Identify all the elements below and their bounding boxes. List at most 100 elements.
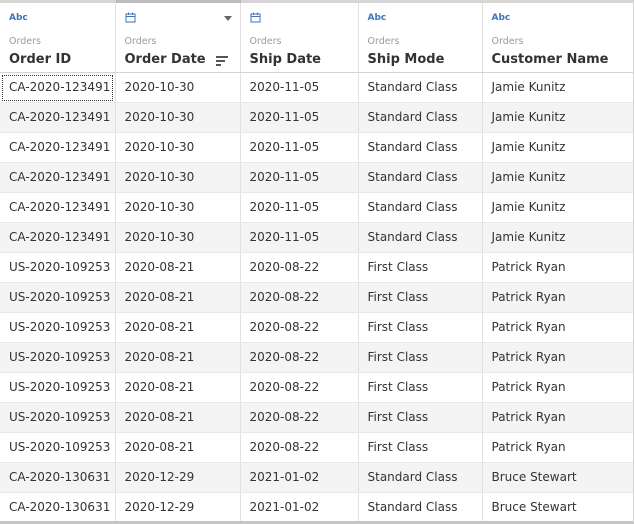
table-cell[interactable]: Standard Class — [358, 132, 483, 163]
table-cell[interactable]: First Class — [358, 282, 483, 313]
table-cell[interactable]: 2020-10-30 — [115, 162, 241, 193]
table-cell[interactable]: Jamie Kunitz — [482, 222, 633, 253]
table-cell[interactable]: Patrick Ryan — [482, 312, 633, 343]
table-cell[interactable]: Patrick Ryan — [482, 372, 633, 403]
table-row[interactable]: CA-2020-123491 2020-10-30 2020-11-05 Standa… — [0, 132, 633, 163]
string-type-icon[interactable]: Abc — [492, 12, 511, 24]
table-cell[interactable]: 2021-01-02 — [240, 492, 359, 521]
table-cell[interactable]: US-2020-109253 — [0, 252, 116, 283]
table-cell[interactable]: 2020-08-21 — [115, 432, 241, 463]
table-row[interactable]: CA-2020-123491 2020-10-30 2020-11-05 Standa… — [0, 222, 633, 253]
table-row[interactable]: CA-2020-123491 2020-10-30 2020-11-05 Standa… — [0, 192, 633, 223]
table-cell[interactable]: Standard Class — [358, 162, 483, 193]
table-cell[interactable]: 2020-08-21 — [115, 372, 241, 403]
table-cell[interactable]: 2020-08-22 — [240, 402, 359, 433]
table-row[interactable]: CA-2020-130631 2020-12-29 2021-01-02 Standa… — [0, 492, 633, 521]
table-cell[interactable]: CA-2020-123491 — [0, 102, 116, 133]
table-row[interactable]: US-2020-109253 2020-08-21 2020-08-22 First … — [0, 432, 633, 463]
table-row[interactable]: US-2020-109253 2020-08-21 2020-08-22 First … — [0, 372, 633, 403]
table-cell[interactable]: CA-2020-123491 — [0, 162, 116, 193]
table-cell[interactable]: First Class — [358, 372, 483, 403]
table-row[interactable]: US-2020-109253 2020-08-21 2020-08-22 First … — [0, 402, 633, 433]
table-cell[interactable]: First Class — [358, 402, 483, 433]
table-cell[interactable]: Bruce Stewart — [482, 492, 633, 521]
table-row[interactable]: CA-2020-130631 2020-12-29 2021-01-02 Standa… — [0, 462, 633, 493]
table-cell[interactable]: CA-2020-123491 — [0, 72, 116, 103]
table-row[interactable]: US-2020-109253 2020-08-21 2020-08-22 First … — [0, 342, 633, 373]
table-cell[interactable]: 2020-10-30 — [115, 132, 241, 163]
sort-icon[interactable] — [215, 56, 228, 66]
table-cell[interactable]: Jamie Kunitz — [482, 162, 633, 193]
table-cell[interactable]: 2020-08-22 — [240, 252, 359, 283]
table-cell[interactable]: 2020-10-30 — [115, 102, 241, 133]
column-header-order-date[interactable]: Orders Order Date — [115, 0, 241, 73]
table-cell[interactable]: 2020-11-05 — [240, 162, 359, 193]
table-cell[interactable]: US-2020-109253 — [0, 312, 116, 343]
table-cell[interactable]: Patrick Ryan — [482, 282, 633, 313]
table-row[interactable]: CA-2020-123491 2020-10-30 2020-11-05 Standa… — [0, 162, 633, 193]
table-cell[interactable]: 2020-12-29 — [115, 462, 241, 493]
table-cell[interactable]: 2020-08-21 — [115, 312, 241, 343]
table-cell[interactable]: 2020-08-22 — [240, 342, 359, 373]
table-cell[interactable]: Standard Class — [358, 72, 483, 103]
calendar-icon[interactable] — [250, 12, 261, 23]
table-cell[interactable]: CA-2020-123491 — [0, 192, 116, 223]
table-cell[interactable]: 2020-11-05 — [240, 192, 359, 223]
table-cell[interactable]: 2020-11-05 — [240, 102, 359, 133]
table-cell[interactable]: Jamie Kunitz — [482, 132, 633, 163]
table-cell[interactable]: 2020-11-05 — [240, 72, 359, 103]
table-cell[interactable]: US-2020-109253 — [0, 342, 116, 373]
table-cell[interactable]: Standard Class — [358, 462, 483, 493]
table-cell[interactable]: Jamie Kunitz — [482, 102, 633, 133]
column-header-customer-name[interactable]: Abc Orders Customer Name — [482, 0, 633, 73]
table-cell[interactable]: Standard Class — [358, 492, 483, 521]
calendar-icon[interactable] — [125, 12, 136, 23]
table-cell[interactable]: 2020-08-21 — [115, 342, 241, 373]
column-header-ship-date[interactable]: Orders Ship Date — [240, 0, 359, 73]
chevron-down-icon[interactable] — [223, 16, 232, 21]
table-cell[interactable]: Jamie Kunitz — [482, 72, 633, 103]
table-cell[interactable]: 2020-08-21 — [115, 282, 241, 313]
table-cell[interactable]: US-2020-109253 — [0, 372, 116, 403]
table-cell[interactable]: 2020-08-22 — [240, 432, 359, 463]
table-cell[interactable]: First Class — [358, 312, 483, 343]
table-cell[interactable]: Patrick Ryan — [482, 402, 633, 433]
table-cell[interactable]: 2020-10-30 — [115, 72, 241, 103]
string-type-icon[interactable]: Abc — [368, 12, 387, 24]
table-cell[interactable]: Standard Class — [358, 222, 483, 253]
table-cell[interactable]: 2020-08-22 — [240, 372, 359, 403]
table-row[interactable]: CA-2020-123491 2020-10-30 2020-11-05 Standa… — [0, 102, 633, 133]
table-cell[interactable]: 2020-08-22 — [240, 312, 359, 343]
table-cell[interactable]: 2020-08-22 — [240, 282, 359, 313]
table-cell[interactable]: Patrick Ryan — [482, 342, 633, 373]
table-cell[interactable]: US-2020-109253 — [0, 402, 116, 433]
table-cell[interactable]: US-2020-109253 — [0, 432, 116, 463]
column-header-ship-mode[interactable]: Abc Orders Ship Mode — [358, 0, 483, 73]
table-cell[interactable]: 2020-10-30 — [115, 192, 241, 223]
table-cell[interactable]: 2020-11-05 — [240, 132, 359, 163]
table-cell[interactable]: Bruce Stewart — [482, 462, 633, 493]
table-cell[interactable]: 2020-08-21 — [115, 402, 241, 433]
table-cell[interactable]: 2020-10-30 — [115, 222, 241, 253]
string-type-icon[interactable]: Abc — [9, 12, 28, 24]
table-row[interactable]: US-2020-109253 2020-08-21 2020-08-22 First … — [0, 252, 633, 283]
table-cell[interactable]: Jamie Kunitz — [482, 192, 633, 223]
table-cell[interactable]: 2021-01-02 — [240, 462, 359, 493]
table-row[interactable]: US-2020-109253 2020-08-21 2020-08-22 First … — [0, 312, 633, 343]
table-cell[interactable]: Standard Class — [358, 102, 483, 133]
table-cell[interactable]: CA-2020-130631 — [0, 492, 116, 521]
table-cell[interactable]: CA-2020-123491 — [0, 222, 116, 253]
table-cell[interactable]: Standard Class — [358, 192, 483, 223]
table-cell[interactable]: Patrick Ryan — [482, 432, 633, 463]
table-cell[interactable]: Patrick Ryan — [482, 252, 633, 283]
table-cell[interactable]: US-2020-109253 — [0, 282, 116, 313]
table-cell[interactable]: First Class — [358, 432, 483, 463]
table-cell[interactable]: CA-2020-130631 — [0, 462, 116, 493]
table-row[interactable]: CA-2020-123491 2020-10-30 2020-11-05 Standa… — [0, 72, 633, 103]
table-cell[interactable]: 2020-08-21 — [115, 252, 241, 283]
table-cell[interactable]: First Class — [358, 342, 483, 373]
column-header-order-id[interactable]: Abc Orders Order ID — [0, 0, 116, 73]
table-cell[interactable]: First Class — [358, 252, 483, 283]
table-row[interactable]: US-2020-109253 2020-08-21 2020-08-22 First … — [0, 282, 633, 313]
table-cell[interactable]: 2020-11-05 — [240, 222, 359, 253]
